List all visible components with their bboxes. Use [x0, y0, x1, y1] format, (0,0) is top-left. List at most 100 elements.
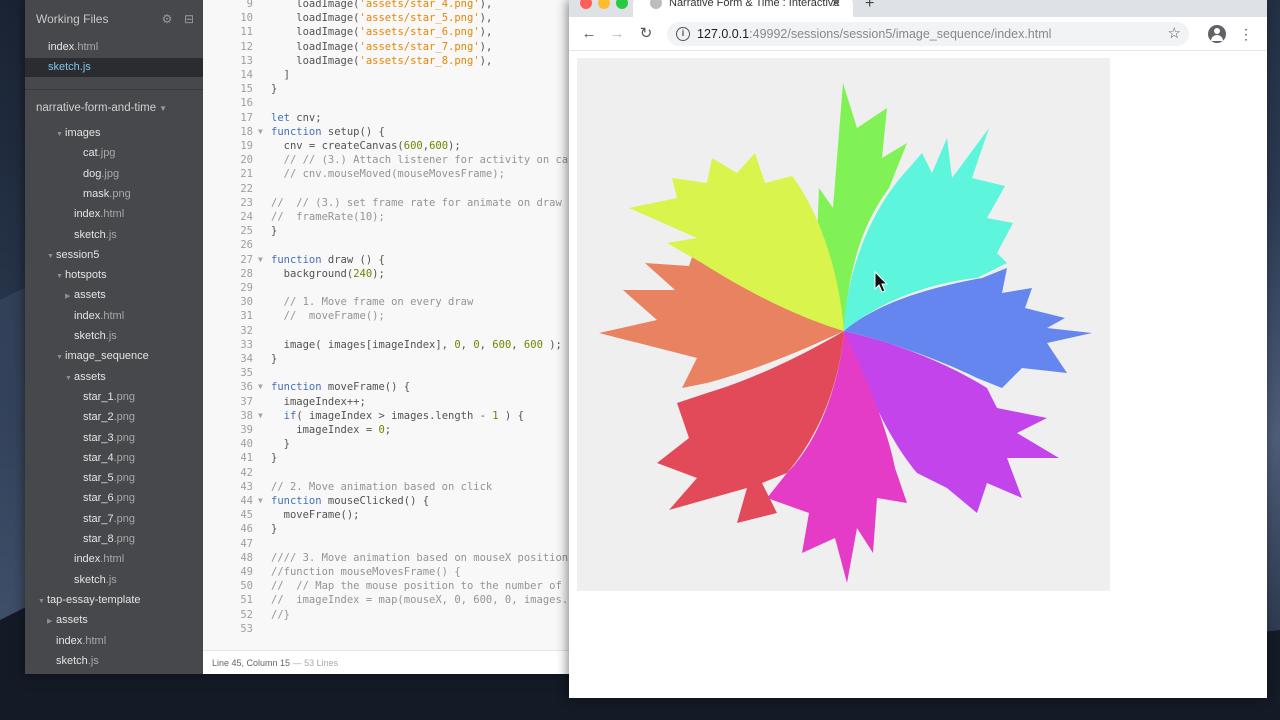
code-text: // 2. Move animation based on click	[271, 480, 493, 493]
code-line: 26	[203, 238, 575, 252]
new-tab-button[interactable]: +	[865, 0, 874, 13]
code-line: 15}	[203, 82, 575, 96]
fold-arrow-icon[interactable]: ▼	[258, 409, 263, 423]
tree-file[interactable]: dog.jpg	[83, 164, 119, 184]
tree-folder[interactable]: ▼ hotspots	[56, 265, 107, 285]
chevron-down-icon[interactable]: ▼	[56, 348, 65, 368]
browser-tab[interactable]: Narrative Form & Time : Interactive ✕	[633, 0, 853, 17]
fold-arrow-icon[interactable]: ▼	[258, 253, 263, 267]
fold-arrow-icon[interactable]: ▼	[258, 494, 263, 508]
tree-item-extension: .html	[100, 208, 125, 221]
account-icon[interactable]	[1208, 25, 1226, 43]
code-line: 52 //}	[203, 608, 575, 622]
code-text: moveFrame();	[271, 509, 360, 522]
code-text: // 1. Move frame on every draw	[271, 296, 474, 309]
tree-file[interactable]: star_7.png	[83, 509, 135, 529]
tree-folder[interactable]: ▼ image_sequence	[56, 346, 149, 366]
split-view-icon[interactable]: ⊟	[181, 12, 197, 26]
code-line: 44 ▼ function mouseClicked() {	[203, 494, 575, 508]
code-line: 21 // cnv.mouseMoved(mouseMovesFrame);	[203, 167, 575, 181]
forward-arrow-icon[interactable]: →	[607, 24, 627, 44]
tree-item-extension: .jpg	[101, 167, 120, 180]
fold-arrow-icon[interactable]: ▼	[258, 380, 263, 394]
code-text: loadImage('assets/star_5.png'),	[271, 12, 493, 25]
line-number: 12	[240, 40, 253, 53]
code-text: //// 3. Move animation based on mouseX p…	[271, 551, 569, 564]
tree-file[interactable]: star_5.png	[83, 468, 135, 488]
settings-gear-icon[interactable]: ⚙	[159, 12, 175, 26]
code-text: background(240);	[271, 267, 385, 280]
tree-item-name: assets	[74, 370, 106, 383]
page-viewport	[569, 51, 1267, 698]
tree-folder[interactable]: ▼ session5	[47, 245, 99, 265]
cursor-position: Line 45, Column 15	[212, 658, 291, 668]
chevron-right-icon[interactable]: ▶	[65, 287, 74, 307]
working-file-index-html[interactable]: index.html	[25, 38, 203, 58]
tree-file[interactable]: star_1.png	[83, 387, 135, 407]
code-editor[interactable]: 9 loadImage('assets/star_4.png'), 10 load…	[203, 0, 575, 650]
url-text[interactable]: 127.0.0.1:49992/sessions/session5/image_…	[697, 22, 1051, 46]
tree-folder[interactable]: ▶ assets	[65, 285, 106, 305]
tree-file[interactable]: index.html	[56, 631, 106, 651]
tree-file[interactable]: star_4.png	[83, 448, 135, 468]
tree-item-extension: .png	[113, 492, 135, 505]
zoom-window-button[interactable]	[616, 0, 628, 9]
line-number: 36	[240, 381, 253, 394]
line-number: 37	[240, 395, 253, 408]
tree-file[interactable]: cat.jpg	[83, 143, 115, 163]
sidebar-divider	[25, 89, 203, 90]
chevron-down-icon[interactable]: ▼	[47, 247, 56, 267]
tree-file[interactable]: index.html	[74, 306, 124, 326]
more-menu-icon[interactable]: ⋮	[1239, 25, 1253, 43]
line-number: 14	[240, 69, 253, 81]
address-bar[interactable]: i 127.0.0.1:49992/sessions/session5/imag…	[667, 22, 1189, 46]
fold-arrow-icon[interactable]: ▼	[258, 125, 263, 139]
tree-folder[interactable]: ▼ assets	[65, 367, 106, 387]
tree-file[interactable]: sketch.js	[74, 225, 117, 245]
line-number: 22	[240, 182, 253, 195]
chevron-down-icon[interactable]: ▼	[65, 369, 74, 389]
tree-item-name: assets	[56, 614, 88, 627]
tree-file[interactable]: star_2.png	[83, 407, 135, 427]
minimize-window-button[interactable]	[598, 0, 610, 9]
chevron-down-icon[interactable]: ▼	[56, 125, 65, 145]
tree-file[interactable]: mask.png	[83, 184, 131, 204]
tree-file[interactable]: star_6.png	[83, 488, 135, 508]
line-number: 53	[240, 622, 253, 635]
tree-item-name: star_3	[83, 431, 114, 444]
bookmark-star-icon[interactable]: ☆	[1168, 24, 1181, 42]
code-text: // imageIndex = map(mouseX, 0, 600, 0, i…	[271, 594, 575, 607]
info-icon[interactable]: i	[676, 27, 690, 41]
p5-canvas[interactable]	[577, 58, 1110, 591]
tree-file[interactable]: sketch.js	[74, 326, 117, 346]
tab-title: Narrative Form & Time : Interactive	[669, 0, 840, 9]
close-window-button[interactable]	[580, 0, 592, 9]
line-number: 10	[240, 12, 253, 25]
tree-file[interactable]: index.html	[74, 204, 124, 224]
chevron-down-icon[interactable]: ▼	[56, 267, 65, 287]
code-text: //}	[271, 608, 290, 621]
tree-item-name: star_6	[83, 492, 114, 505]
tree-item-extension: .js	[105, 330, 117, 342]
reload-icon[interactable]: ↻	[636, 24, 656, 44]
code-line: 38 ▼ if( imageIndex > images.length - 1 )…	[203, 409, 575, 423]
code-line: 14 ]	[203, 68, 575, 82]
chevron-down-icon[interactable]: ▼	[38, 592, 47, 612]
back-arrow-icon[interactable]: ←	[579, 24, 599, 44]
tree-folder[interactable]: ▼ images	[56, 123, 100, 143]
tree-file[interactable]: star_3.png	[83, 428, 135, 448]
tree-folder[interactable]: ▶ assets	[47, 610, 88, 630]
code-line: 17 let cnv;	[203, 111, 575, 125]
tree-item-name: dog	[83, 167, 102, 180]
tree-item-extension: .jpg	[97, 147, 116, 160]
tab-close-icon[interactable]: ✕	[831, 0, 841, 10]
tree-folder[interactable]: ▼ tap-essay-template	[38, 590, 141, 610]
tree-file[interactable]: sketch.js	[74, 570, 117, 590]
tree-file[interactable]: star_8.png	[83, 529, 135, 549]
tree-file[interactable]: sketch.js	[56, 651, 99, 671]
project-dropdown[interactable]: narrative-form-and-time ▼	[25, 98, 203, 118]
tree-file[interactable]: index.html	[74, 549, 124, 569]
chevron-right-icon[interactable]: ▶	[47, 612, 56, 632]
code-line: 53	[203, 622, 575, 636]
working-file-sketch-js[interactable]: sketch.js	[25, 57, 203, 77]
